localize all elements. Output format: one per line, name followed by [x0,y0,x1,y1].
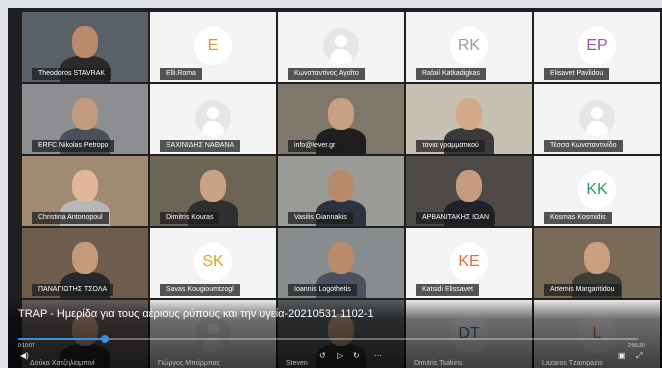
more-icon[interactable]: ⋯ [374,351,382,360]
participant-tile[interactable]: Τέσσα Κωνσταντινίδο [534,84,660,154]
volume-icon[interactable]: ◀) [20,351,29,360]
participant-name: Elli.Roma [160,68,202,80]
seek-bar[interactable] [18,335,638,343]
participant-tile[interactable]: ΑΡΒΑΝΙΤΑΚΗΣ ΙΩΑΝ [406,156,532,226]
participant-tile[interactable]: KK Kosmas Kosmidis [534,156,660,226]
participant-tile[interactable]: E Elli.Roma [150,12,276,82]
participant-name: Christina Antonopoul [32,212,109,224]
participant-name: Vasilis Giannakis [288,212,353,224]
participant-name: Kosmas Kosmidis [544,212,612,224]
participant-tile[interactable]: ERFC Nikolas Petropo [22,84,148,154]
participant-tile[interactable]: Κωνσταντίνος Αγαΐτο [278,12,404,82]
participant-name: Theodoros STAVRAK [32,68,112,80]
forward-icon[interactable]: ↻ [353,351,360,360]
initials-avatar: KE [450,243,488,281]
participant-tile[interactable]: Christina Antonopoul [22,156,148,226]
participant-name: Steven [286,360,308,367]
participant-tile[interactable]: Dimitris Kouras [150,156,276,226]
participant-name: ERFC Nikolas Petropo [32,140,115,152]
participant-tile[interactable]: Theodoros STAVRAK [22,12,148,82]
participant-tile[interactable]: RK Rafail Katkadigkas [406,12,532,82]
participant-name: ΞΑΧΙΝΙΔΗΣ ΝΑΘΑΝΑ [160,140,241,152]
rewind-icon[interactable]: ↺ [319,351,326,360]
participant-tile[interactable]: ΞΑΧΙΝΙΔΗΣ ΝΑΘΑΝΑ [150,84,276,154]
participant-tile[interactable]: Artemis Margaritidou [534,228,660,298]
initials-avatar: E [194,27,232,65]
participant-name: Savas Kougioumtzogl [160,284,240,296]
user-icon [579,100,615,136]
participant-name: Γιώργος Μπάρμπας [158,360,221,367]
participant-name: Δούκα Χατζηλιαμπινί [30,360,95,367]
pip-icon[interactable]: ▣ [618,351,626,360]
participant-name: Lazaros Tzampazis [542,360,603,367]
participant-name: Κωνσταντίνος Αγαΐτο [288,68,365,80]
fullscreen-icon[interactable]: ⤢ [636,351,642,361]
seek-bar-fill [18,338,105,340]
participant-name: Dimitris Tsakiris [414,360,463,367]
user-icon [195,100,231,136]
time-current: 0:10:07 [18,343,35,349]
participant-tile[interactable]: Ioannis Logothetis [278,228,404,298]
participant-tile[interactable]: τανια γραμματικού [406,84,532,154]
initials-avatar: SK [194,243,232,281]
participant-tile[interactable]: Vasilis Giannakis [278,156,404,226]
participant-name: Artemis Margaritidou [544,284,621,296]
video-title: TRAP - Ημερίδα για τους αέριους ρύπους κ… [18,308,374,320]
participant-name: Ioannis Logothetis [288,284,357,296]
seek-bar-thumb[interactable] [100,335,109,343]
participant-name: Rafail Katkadigkas [416,68,486,80]
participant-tile[interactable]: EP Elisavet Pavlidou [534,12,660,82]
participant-name: info@lever.gr [288,140,342,152]
participant-tile[interactable]: ΠΑΝΑΓΙΩΤΗΣ ΤΣΟΛΑ [22,228,148,298]
participant-tile[interactable]: info@lever.gr [278,84,404,154]
participant-name: Τέσσα Κωνσταντινίδο [544,140,623,152]
participant-tile[interactable]: KE Katsidi Elissavet [406,228,532,298]
participant-name: ΠΑΝΑΓΙΩΤΗΣ ΤΣΟΛΑ [32,284,114,296]
user-icon [323,28,359,64]
participant-name: τανια γραμματικού [416,140,485,152]
time-total: 2:56:20 [628,343,645,349]
participant-name: ΑΡΒΑΝΙΤΑΚΗΣ ΙΩΑΝ [416,212,495,224]
play-icon[interactable]: ▷ [337,351,343,360]
participant-tile[interactable]: SK Savas Kougioumtzogl [150,228,276,298]
participant-name: Katsidi Elissavet [416,284,479,296]
initials-avatar: EP [578,27,616,65]
participant-name: Dimitris Kouras [160,212,220,224]
initials-avatar: RK [450,27,488,65]
initials-avatar: KK [578,171,616,209]
participant-name: Elisavet Pavlidou [544,68,610,80]
